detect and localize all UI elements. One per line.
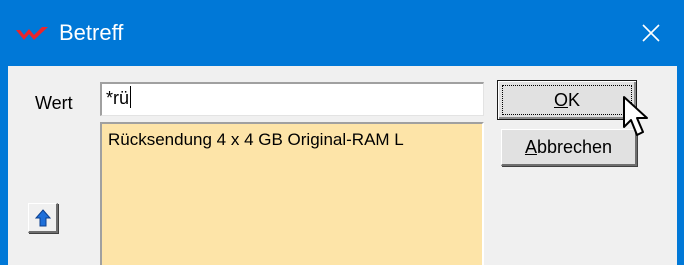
- close-icon: [642, 24, 660, 42]
- dialog-window: Betreff Wert *rü Rücksendung 4 x 4 GB Or…: [0, 0, 684, 265]
- dialog-body: Wert *rü Rücksendung 4 x 4 GB Original-R…: [8, 66, 677, 265]
- value-input[interactable]: *rü: [100, 82, 484, 116]
- results-list[interactable]: Rücksendung 4 x 4 GB Original-RAM L: [100, 122, 484, 265]
- cancel-button[interactable]: Abbrechen: [501, 129, 637, 166]
- arrow-up-icon: [34, 208, 51, 226]
- cancel-button-label: Abbrechen: [524, 136, 613, 157]
- window-title: Betreff: [59, 20, 124, 45]
- move-up-button[interactable]: [28, 203, 58, 233]
- value-label: Wert: [35, 93, 73, 113]
- ok-button[interactable]: OK: [497, 80, 637, 120]
- list-item[interactable]: Rücksendung 4 x 4 GB Original-RAM L: [102, 124, 482, 152]
- close-button[interactable]: [618, 0, 684, 66]
- arrow-cursor-icon: [623, 96, 648, 136]
- title-bar[interactable]: Betreff: [0, 0, 684, 66]
- ok-button-label: OK: [553, 89, 581, 110]
- red-check-logo-icon: [16, 27, 48, 40]
- value-input-text: *rü: [106, 88, 130, 108]
- text-caret: [130, 86, 132, 108]
